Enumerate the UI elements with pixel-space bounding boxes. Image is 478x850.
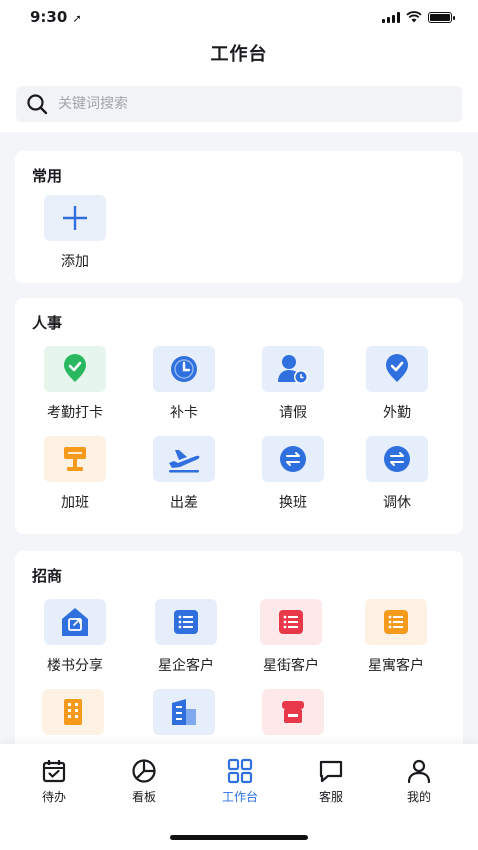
building-orange-icon — [42, 689, 104, 735]
brochure-share-label: 楼书分享 — [47, 658, 103, 674]
attendance-tile[interactable]: 考勤打卡 — [25, 346, 125, 422]
airplane-icon — [153, 436, 215, 482]
house-share-icon — [44, 599, 106, 645]
office-building-icon — [153, 689, 215, 735]
tab-dashboard-label: 看板 — [131, 790, 156, 804]
tab-profile-label: 我的 — [406, 790, 431, 804]
shift-swap-label: 换班 — [279, 495, 307, 511]
enterprise-customer-tile[interactable]: 星企客户 — [136, 599, 236, 675]
chat-bubble-icon — [319, 760, 343, 783]
list-doc-orange-icon — [365, 599, 427, 645]
add-label: 添加 — [61, 254, 89, 270]
field-work-tile[interactable]: 外勤 — [347, 346, 447, 422]
tab-profile[interactable]: 我的 — [379, 758, 459, 805]
tab-dashboard[interactable]: 看板 — [104, 758, 184, 805]
shop-icon — [262, 689, 324, 735]
overtime-label: 加班 — [61, 495, 89, 511]
leave-tile[interactable]: 请假 — [243, 346, 343, 422]
plus-icon — [44, 195, 106, 241]
pie-chart-icon — [132, 759, 156, 783]
grid-icon — [227, 758, 253, 784]
status-icons — [382, 11, 455, 23]
calendar-check-icon — [42, 760, 66, 783]
hr-title: 人事 — [32, 314, 63, 332]
street-customer-tile[interactable]: 星街客户 — [241, 599, 341, 675]
tab-support[interactable]: 客服 — [291, 758, 371, 805]
overtime-tile[interactable]: 加班 — [25, 436, 125, 512]
common-title: 常用 — [32, 167, 63, 185]
attendance-label: 考勤打卡 — [47, 405, 103, 421]
building-tile[interactable] — [23, 689, 123, 735]
business-trip-tile[interactable]: 出差 — [134, 436, 234, 512]
search-icon — [27, 94, 48, 115]
battery-icon — [428, 11, 455, 23]
make-up-label: 补卡 — [170, 405, 198, 421]
common-card: 常用 添加 — [15, 151, 463, 283]
wifi-icon — [406, 11, 422, 23]
apartment-customer-label: 星寓客户 — [368, 658, 424, 674]
header: 工作台 — [0, 34, 478, 132]
tab-todo[interactable]: 待办 — [14, 758, 94, 805]
status-time: 9:30 ➚ — [30, 8, 82, 26]
comp-leave-label: 调休 — [383, 495, 411, 511]
signal-icon — [382, 11, 400, 23]
street-customer-label: 星街客户 — [263, 658, 319, 674]
list-doc-red-icon — [260, 599, 322, 645]
brochure-share-tile[interactable]: 楼书分享 — [25, 599, 125, 675]
exchange-icon — [366, 436, 428, 482]
add-tile[interactable]: 添加 — [25, 195, 125, 271]
status-bar: 9:30 ➚ — [0, 0, 478, 34]
tab-workbench-label: 工作台 — [221, 790, 258, 804]
swap-icon — [262, 436, 324, 482]
location-check-icon — [366, 346, 428, 392]
make-up-tile[interactable]: 补卡 — [134, 346, 234, 422]
person-clock-icon — [262, 346, 324, 392]
shift-swap-tile[interactable]: 换班 — [243, 436, 343, 512]
hr-card: 人事 考勤打卡 补卡 请假 外勤 加班 出差 换班 调休 — [15, 298, 463, 534]
search-bar[interactable] — [16, 86, 462, 122]
tab-todo-label: 待办 — [41, 790, 66, 804]
field-work-label: 外勤 — [383, 405, 411, 421]
desk-lamp-icon — [44, 436, 106, 482]
shop-tile[interactable] — [243, 689, 343, 735]
clock-icon — [153, 346, 215, 392]
page-title: 工作台 — [210, 44, 268, 65]
comp-leave-tile[interactable]: 调休 — [347, 436, 447, 512]
list-doc-blue-icon — [155, 599, 217, 645]
business-trip-label: 出差 — [170, 495, 198, 511]
office-tile[interactable] — [134, 689, 234, 735]
enterprise-customer-label: 星企客户 — [158, 658, 214, 674]
investment-title: 招商 — [32, 567, 63, 585]
home-indicator — [170, 835, 308, 840]
user-icon — [407, 759, 431, 784]
tab-support-label: 客服 — [318, 790, 343, 804]
tab-workbench[interactable]: 工作台 — [200, 758, 280, 805]
search-input[interactable] — [58, 96, 438, 112]
leave-label: 请假 — [279, 405, 307, 421]
attendance-check-icon — [44, 346, 106, 392]
apartment-customer-tile[interactable]: 星寓客户 — [346, 599, 446, 675]
